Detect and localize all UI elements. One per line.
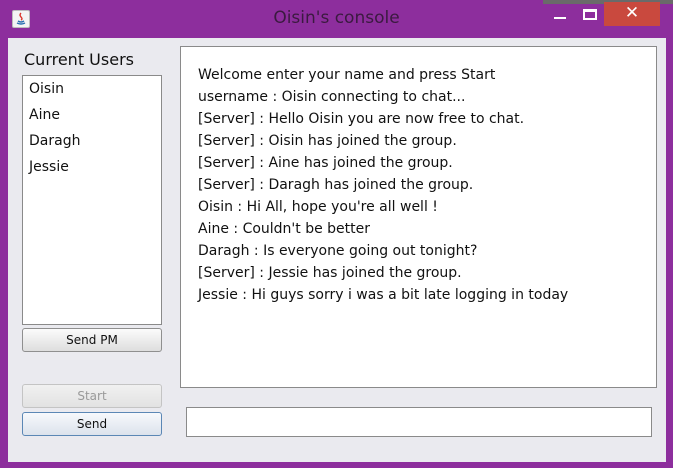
maximize-icon: [583, 9, 597, 20]
chat-line: Daragh : Is everyone going out tonight?: [198, 243, 478, 259]
chat-line: [Server] : Aine has joined the group.: [198, 155, 453, 171]
chat-line: Jessie : Hi guys sorry i was a bit late …: [198, 287, 569, 303]
title-bar[interactable]: Oisin's console ✕: [0, 0, 673, 38]
chat-line: username : Oisin connecting to chat...: [198, 89, 466, 105]
close-button[interactable]: ✕: [604, 2, 660, 26]
chat-line: [Server] : Daragh has joined the group.: [198, 177, 474, 193]
maximize-button[interactable]: [578, 4, 604, 26]
chat-line: Aine : Couldn't be better: [198, 221, 371, 237]
chat-line: [Server] : Hello Oisin you are now free …: [198, 111, 525, 127]
user-list-item[interactable]: Daragh: [23, 128, 161, 154]
start-button[interactable]: Start: [22, 384, 162, 408]
minimize-icon: [554, 17, 566, 19]
message-input[interactable]: [186, 407, 652, 437]
client-area: Current Users Oisin Aine Daragh Jessie S…: [8, 38, 666, 462]
current-users-label: Current Users: [24, 50, 134, 69]
user-list-item[interactable]: Aine: [23, 102, 161, 128]
user-list-item[interactable]: Jessie: [23, 154, 161, 180]
chat-line: [Server] : Oisin has joined the group.: [198, 133, 457, 149]
users-list[interactable]: Oisin Aine Daragh Jessie: [22, 75, 162, 325]
chat-line: Welcome enter your name and press Start: [198, 67, 496, 83]
chat-line: Oisin : Hi All, hope you're all well !: [198, 199, 438, 215]
chat-log[interactable]: Welcome enter your name and press Start …: [180, 46, 657, 388]
chat-line: [Server] : Jessie has joined the group.: [198, 265, 462, 281]
send-button[interactable]: Send: [22, 412, 162, 436]
close-icon: ✕: [624, 3, 640, 23]
chat-console-window: Oisin's console ✕ Current Users Oisin Ai…: [0, 0, 673, 468]
user-list-item[interactable]: Oisin: [23, 76, 161, 102]
send-pm-button[interactable]: Send PM: [22, 328, 162, 352]
minimize-button[interactable]: [544, 4, 576, 26]
